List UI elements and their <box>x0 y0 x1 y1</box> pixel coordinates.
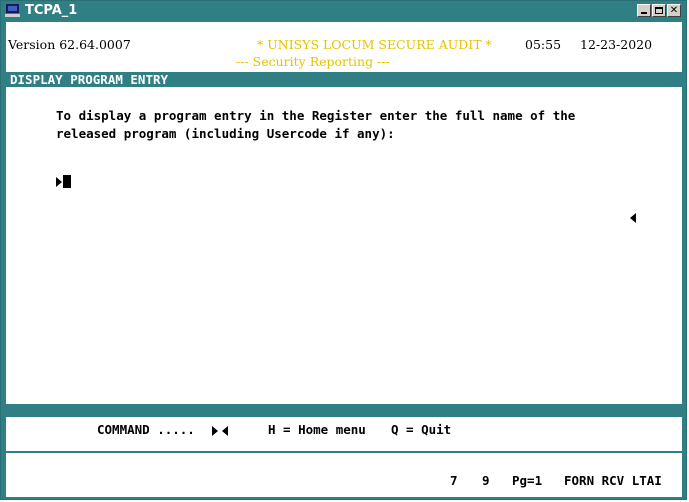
window-title: TCPA_1 <box>25 3 78 18</box>
audit-title: * UNISYS LOCUM SECURE AUDIT * <box>257 37 492 52</box>
status-separator <box>6 451 682 453</box>
status-row: 7 <box>450 473 458 488</box>
text-cursor <box>63 175 71 188</box>
command-start-marker-icon <box>212 426 218 436</box>
command-input[interactable] <box>212 424 230 438</box>
maximize-icon[interactable] <box>652 4 666 17</box>
command-separator <box>6 404 682 417</box>
status-page: Pg=1 <box>512 473 543 488</box>
section-header: DISPLAY PROGRAM ENTRY <box>6 72 682 87</box>
cursor-marker-icon <box>56 177 62 187</box>
field-end-marker-icon <box>630 213 636 223</box>
close-icon[interactable]: ✕ <box>667 4 681 17</box>
terminal-screen[interactable]: Version 62.64.0007 * UNISYS LOCUM SECURE… <box>6 22 682 497</box>
window-controls: ✕ <box>636 4 681 17</box>
command-label: COMMAND ..... <box>97 422 195 437</box>
home-menu-hint: H = Home menu <box>268 422 366 437</box>
clock-time: 05:55 <box>525 37 562 52</box>
terminal-window: TCPA_1 ✕ Version 62.64.0007 * UNISYS LOC… <box>0 0 687 500</box>
quit-hint: Q = Quit <box>391 422 452 437</box>
title-bar[interactable]: TCPA_1 ✕ <box>1 1 686 21</box>
subtitle: --- Security Reporting --- <box>236 54 390 69</box>
clock-date: 12-23-2020 <box>580 37 653 52</box>
status-col: 9 <box>482 473 490 488</box>
program-name-input[interactable] <box>54 174 634 190</box>
version-label: Version 62.64.0007 <box>8 37 131 52</box>
minimize-icon[interactable] <box>637 4 651 17</box>
command-end-marker-icon <box>222 426 228 436</box>
status-mode: FORN RCV LTAI <box>564 473 662 488</box>
prompt-line-1: To display a program entry in the Regist… <box>56 108 576 123</box>
terminal-app-icon <box>5 4 20 17</box>
prompt-line-2: released program (including Usercode if … <box>56 126 395 141</box>
section-title: DISPLAY PROGRAM ENTRY <box>10 72 169 87</box>
